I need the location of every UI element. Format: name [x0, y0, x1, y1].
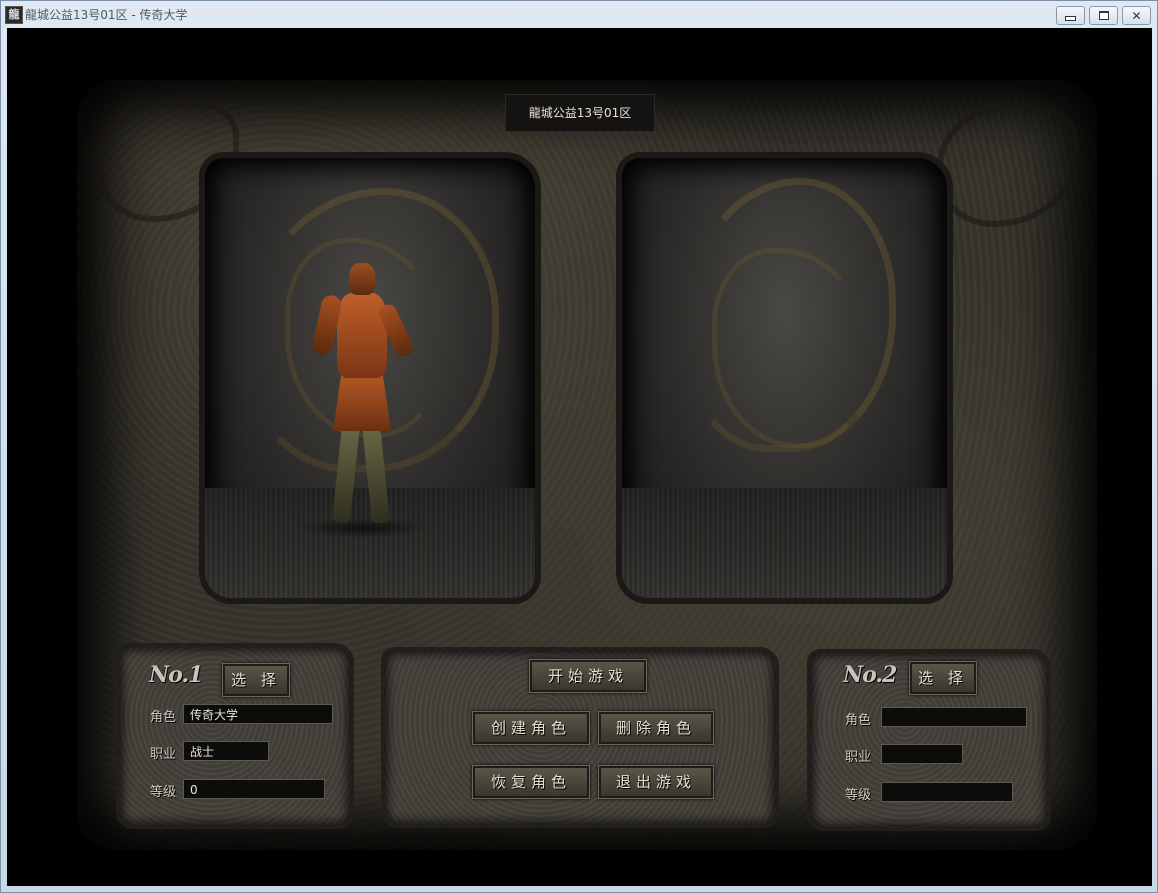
slot-2-job-field [881, 744, 963, 764]
slot-2-job-label: 职业 [845, 750, 872, 765]
slot-1-role-label: 角色 [150, 710, 177, 725]
close-button[interactable]: ✕ [1122, 6, 1151, 25]
slot-2-level-field [881, 782, 1013, 802]
minimize-icon [1065, 15, 1076, 21]
maximize-icon [1098, 11, 1109, 20]
stone-floor [622, 488, 947, 598]
app-icon: 龍 [5, 6, 23, 24]
slot-1-select-button[interactable]: 选 择 [222, 663, 290, 697]
character-armor-skirt [333, 371, 391, 431]
create-character-button[interactable]: 创建角色 [472, 711, 590, 745]
character-leg [361, 422, 391, 524]
server-name-label: 龍城公益13号01区 [505, 94, 655, 132]
slot-1-job-field: 战士 [183, 741, 269, 761]
slot-2-select-button[interactable]: 选 择 [909, 661, 977, 695]
slot-2-number: No.2 [843, 662, 897, 688]
game-canvas: 龍城公益13号01区 No.1 选 择 角色 传奇大学 职业 战士 等级 0 开… [7, 28, 1152, 886]
warrior-character-sprite[interactable] [297, 263, 427, 538]
slot-1-role-field: 传奇大学 [183, 704, 333, 724]
slot-2-role-field [881, 707, 1027, 727]
game-window: 龍 龍城公益13号01区 - 传奇大学 ✕ 龍城公益13号01区 No.1 选 … [0, 0, 1158, 893]
character-slot-1-frame[interactable] [205, 158, 535, 598]
carving-ornament-right [937, 105, 1079, 227]
restore-character-button[interactable]: 恢复角色 [472, 765, 590, 799]
slot-2-role-label: 角色 [845, 713, 872, 728]
character-leg [331, 422, 361, 524]
close-icon: ✕ [1131, 8, 1142, 23]
start-game-button[interactable]: 开始游戏 [529, 659, 647, 693]
maximize-button[interactable] [1089, 6, 1118, 25]
character-armor-body [337, 293, 387, 378]
slot-1-number: No.1 [149, 662, 203, 688]
slot-1-level-field: 0 [183, 779, 325, 799]
delete-character-button[interactable]: 删除角色 [598, 711, 714, 745]
exit-game-button[interactable]: 退出游戏 [598, 765, 714, 799]
character-shadow [297, 518, 427, 538]
minimize-button[interactable] [1056, 6, 1085, 25]
character-slot-2-frame[interactable] [622, 158, 947, 598]
character-head [349, 263, 375, 295]
window-title: 龍城公益13号01区 - 传奇大学 [25, 8, 188, 22]
slot-1-job-label: 职业 [150, 747, 177, 762]
slot-2-level-label: 等级 [845, 788, 872, 803]
title-bar[interactable]: 龍 龍城公益13号01区 - 传奇大学 ✕ [1, 1, 1157, 27]
slot-1-level-label: 等级 [150, 785, 177, 800]
